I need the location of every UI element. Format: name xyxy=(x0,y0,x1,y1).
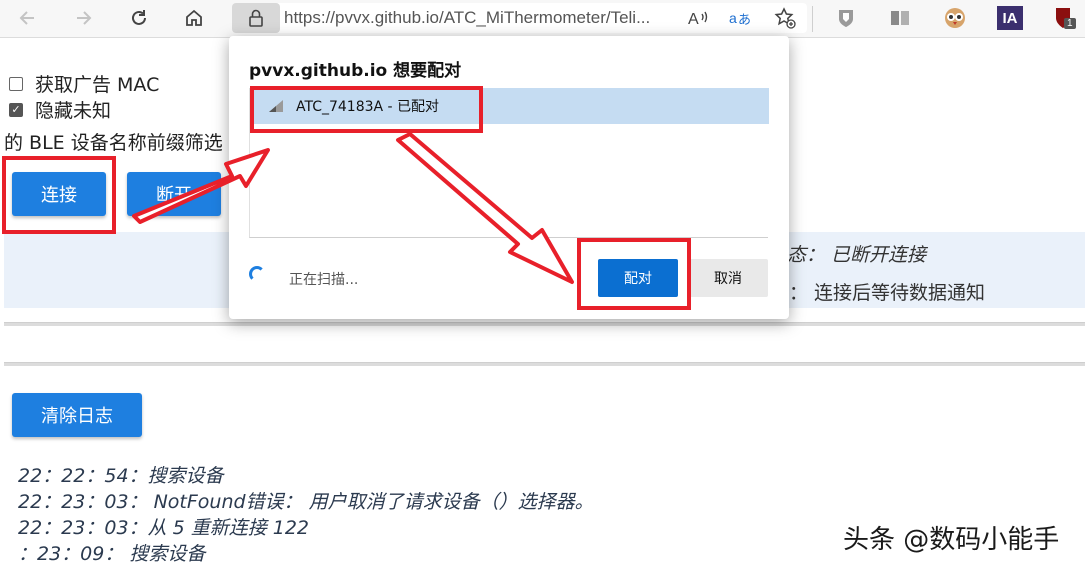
highlight-box-connect xyxy=(2,156,116,234)
favorite-add-icon[interactable] xyxy=(771,5,799,31)
highlight-box-device xyxy=(250,86,483,133)
forward-icon[interactable] xyxy=(69,5,97,31)
scanning-label: 正在扫描... xyxy=(289,272,359,288)
log-line: 22：23：03： NotFound错误： 用户取消了请求设备（）选择器。 xyxy=(18,491,594,513)
lock-icon[interactable] xyxy=(232,3,280,33)
refresh-icon[interactable] xyxy=(125,5,153,31)
back-icon[interactable] xyxy=(14,5,42,31)
checkbox-hide[interactable]: ✓ xyxy=(9,102,23,117)
ublock-extension-icon[interactable]: 1 xyxy=(1052,6,1076,30)
svg-text:A: A xyxy=(688,11,699,28)
highlight-box-pair xyxy=(577,238,691,310)
toolbar-divider xyxy=(812,6,813,32)
checkbox-mac-row[interactable]: 获取广告 MAC xyxy=(9,70,159,97)
ublock-badge: 1 xyxy=(1064,18,1076,29)
url-text: https://pvvx.github.io/ATC_MiThermometer… xyxy=(284,8,651,27)
svg-text:あ: あ xyxy=(738,13,751,28)
cancel-button[interactable]: 取消 xyxy=(688,259,768,297)
browser-toolbar: https://pvvx.github.io/ATC_MiThermometer… xyxy=(0,0,1085,38)
clear-log-button[interactable]: 清除日志 xyxy=(12,393,142,437)
divider-2 xyxy=(4,362,1085,366)
disconnect-button[interactable]: 断开 xyxy=(127,172,221,216)
ia-extension-label: IA xyxy=(1002,9,1018,27)
watermark-text: 头条 @数码小能手 xyxy=(843,525,1060,555)
home-icon[interactable] xyxy=(180,5,208,31)
data-status: ： 连接后等待数据通知 xyxy=(789,282,986,304)
scanning-spinner-icon xyxy=(249,266,265,282)
owl-extension-icon[interactable] xyxy=(943,6,967,30)
read-aloud-icon[interactable]: A xyxy=(684,5,712,31)
translate-icon[interactable]: aあ xyxy=(727,5,755,31)
log-line: 22：22：54：搜索设备 xyxy=(18,465,224,487)
connection-status: 态： 已断开连接 xyxy=(787,244,927,266)
address-bar[interactable]: https://pvvx.github.io/ATC_MiThermometer… xyxy=(232,3,807,33)
name-prefix-filter-label: 的 BLE 设备名称前缀筛选 xyxy=(4,132,223,154)
log-line: ：23：09： 搜索设备 xyxy=(18,543,206,565)
divider-1 xyxy=(4,322,1085,326)
ia-extension-icon[interactable]: IA xyxy=(997,6,1023,30)
bluetooth-pair-dialog: pvvx.github.io 想要配对 ATC_74183A - 已配对 正在扫… xyxy=(229,36,789,319)
checkbox-mac[interactable] xyxy=(9,76,23,91)
dialog-title: pvvx.github.io 想要配对 xyxy=(249,61,462,81)
checkbox-hide-label: 隐藏未知 xyxy=(35,100,112,122)
svg-text:a: a xyxy=(729,10,737,26)
checkbox-hide-row[interactable]: ✓ 隐藏未知 xyxy=(9,96,111,123)
checkbox-mac-label: 获取广告 MAC xyxy=(35,74,160,96)
shield-extension-icon[interactable] xyxy=(834,6,858,30)
reader-extension-icon[interactable] xyxy=(888,6,912,30)
log-line: 22：23：03：从 5 重新连接 122 xyxy=(18,517,310,539)
